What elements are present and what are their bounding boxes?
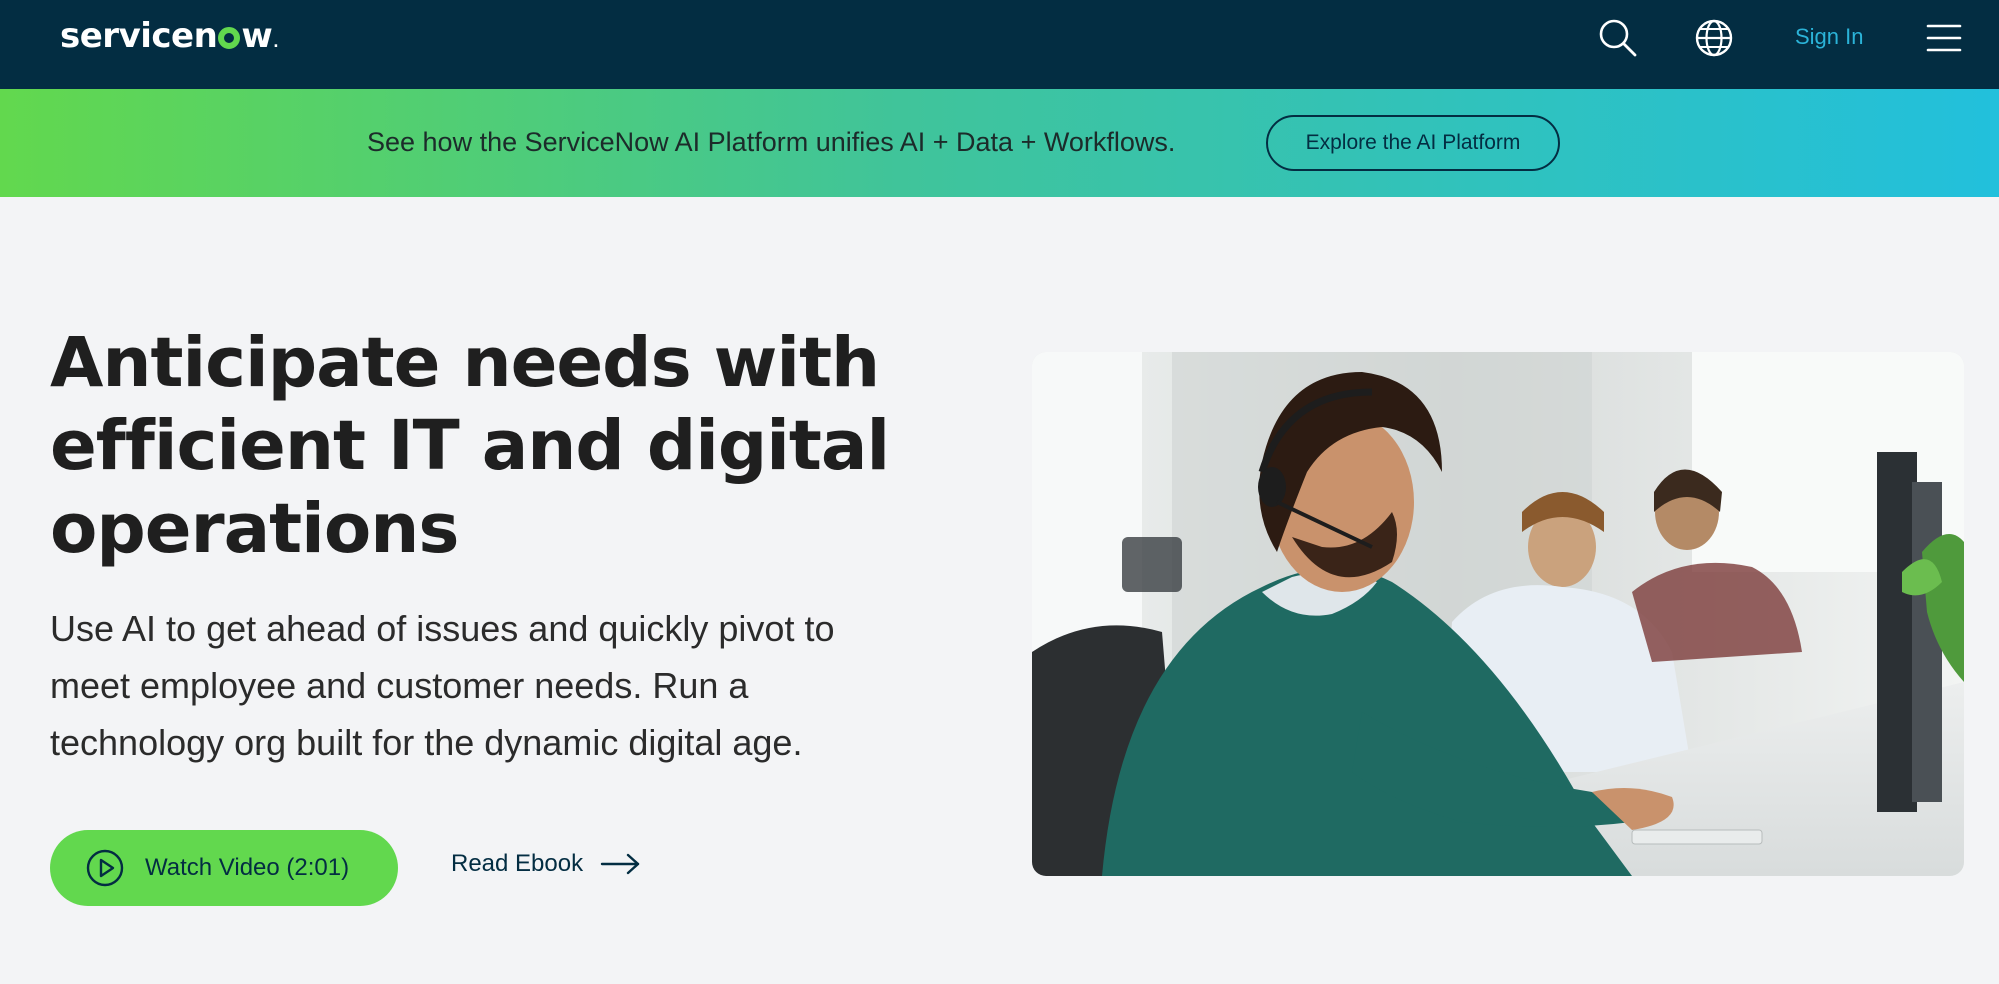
servicenow-logo[interactable]: servicen w. [60, 16, 279, 56]
hero-title: Anticipate needs with efficient IT and d… [50, 322, 950, 571]
explore-ai-platform-button[interactable]: Explore the AI Platform [1266, 115, 1560, 171]
hero-title-line: efficient IT and digital [50, 406, 890, 486]
banner-text: See how the ServiceNow AI Platform unifi… [367, 127, 1176, 157]
hero-title-line: Anticipate needs with [50, 323, 880, 403]
office-support-agent-image [1032, 352, 1964, 876]
hero-description-line: technology org built for the dynamic dig… [50, 722, 803, 763]
read-ebook-label: Read Ebook [451, 850, 584, 877]
watch-video-button[interactable]: Watch Video (2:01) [50, 830, 398, 906]
search-icon[interactable] [1596, 16, 1640, 60]
hero-description: Use AI to get ahead of issues and quickl… [50, 600, 970, 771]
globe-icon[interactable] [1692, 16, 1736, 60]
hero-description-line: Use AI to get ahead of issues and quickl… [50, 608, 835, 649]
promo-banner: See how the ServiceNow AI Platform unifi… [0, 89, 1999, 197]
read-ebook-link[interactable]: Read Ebook [451, 850, 642, 886]
logo-ring-icon [218, 27, 241, 49]
play-icon [86, 849, 124, 887]
hero-title-line: operations [50, 489, 459, 569]
top-navigation: servicen w. Sign In [0, 0, 1999, 89]
hero-description-line: meet employee and customer needs. Run a [50, 665, 749, 706]
watch-video-label: Watch Video (2:01) [145, 854, 350, 881]
hamburger-menu-icon[interactable] [1924, 16, 1964, 60]
hero-photo [1032, 352, 1964, 876]
arrow-right-icon [600, 853, 639, 875]
sign-in-link[interactable]: Sign In [1795, 24, 1864, 50]
